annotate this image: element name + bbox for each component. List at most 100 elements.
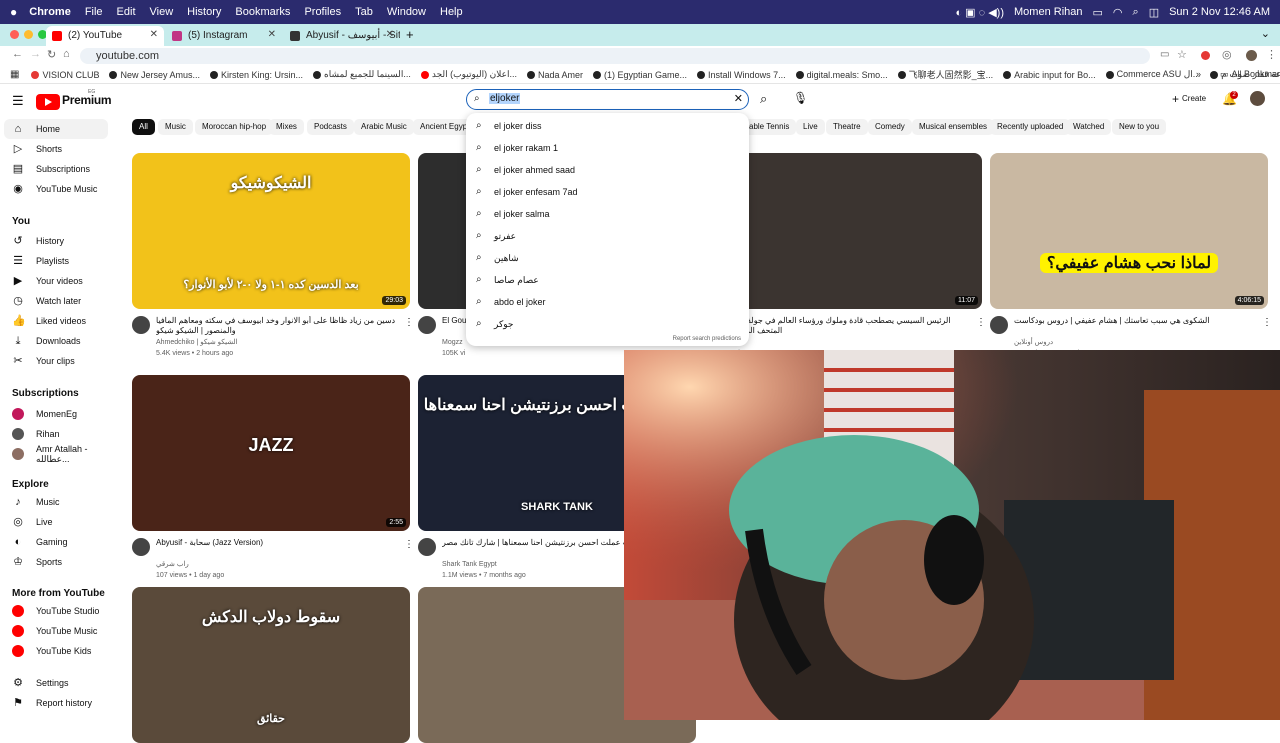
- search-spotlight-icon[interactable]: ⌕: [1133, 6, 1139, 19]
- search-input[interactable]: eljoker: [489, 93, 521, 104]
- home-browser-icon[interactable]: ⌂: [63, 48, 70, 60]
- chip-music[interactable]: Music: [158, 119, 193, 135]
- extension-icon[interactable]: ◎: [1222, 48, 1232, 61]
- apple-icon[interactable]: ●: [10, 5, 17, 19]
- close-window-button[interactable]: [10, 30, 19, 39]
- search-box[interactable]: ⌕ eljoker ✕: [466, 89, 749, 110]
- chip-new-to-you[interactable]: New to you: [1112, 119, 1167, 135]
- bookmark-item[interactable]: اعلان (اليوتيوب) الجد...: [420, 68, 517, 81]
- bookmark-item[interactable]: (1) Egyptian Game...: [593, 68, 687, 81]
- sidebar-item-report-history[interactable]: ⚑ Report history: [4, 693, 108, 713]
- channel-name[interactable]: دروس أونلاين: [1014, 338, 1053, 348]
- search-suggestion[interactable]: ⌕ el joker rakam 1: [466, 137, 749, 159]
- chip-comedy[interactable]: Comedy: [868, 119, 912, 135]
- bookmark-item[interactable]: Nada Amer: [526, 68, 583, 81]
- chip-theatre[interactable]: Theatre: [826, 119, 868, 135]
- search-suggestion[interactable]: ⌕ abdo el joker: [466, 291, 749, 313]
- report-predictions-link[interactable]: Report search predictions: [673, 336, 741, 342]
- sidebar-item-live[interactable]: ◎ Live: [4, 512, 108, 532]
- new-tab-button[interactable]: +: [406, 27, 414, 42]
- channel-name[interactable]: Shark Tank Egypt: [442, 560, 497, 570]
- menu-edit[interactable]: Edit: [117, 6, 136, 18]
- search-suggestion[interactable]: ⌕ el joker enfesam 7ad: [466, 181, 749, 203]
- search-suggestion[interactable]: ⌕ شاهين: [466, 247, 749, 269]
- battery-icon[interactable]: ▭: [1093, 6, 1103, 19]
- sidebar-item-music[interactable]: ♪ Music: [4, 492, 108, 512]
- create-button[interactable]: + Create: [1166, 91, 1212, 107]
- video-menu-icon[interactable]: ⋮: [404, 317, 414, 328]
- channel-name[interactable]: Ahmedchiko | الشيكو شيكو: [156, 338, 238, 348]
- chip-live[interactable]: Live: [796, 119, 825, 135]
- channel-avatar[interactable]: [418, 538, 436, 556]
- bookmark-item[interactable]: السينما للجميع لمشاه...: [313, 68, 411, 81]
- channel-avatar[interactable]: [990, 316, 1008, 334]
- video-title[interactable]: الشكوى هي سبب تعاستك | هشام عفيفي | دروس…: [1014, 316, 1256, 336]
- video-menu-icon[interactable]: ⋮: [404, 539, 414, 550]
- video-menu-icon[interactable]: ⋮: [976, 317, 986, 328]
- channel-name[interactable]: Mogzz: [442, 338, 463, 348]
- close-tab-icon[interactable]: ✕: [386, 29, 394, 40]
- sidebar-item-shorts[interactable]: ▷ Shorts: [4, 139, 108, 159]
- chip-musical-ensembles[interactable]: Musical ensembles: [912, 119, 995, 135]
- search-suggestion[interactable]: ⌕ el joker diss: [466, 115, 749, 137]
- menu-file[interactable]: File: [85, 6, 103, 18]
- voice-search-icon[interactable]: 🎙: [793, 91, 808, 105]
- wifi-icon[interactable]: ◠: [1113, 6, 1123, 19]
- reload-icon[interactable]: ↻: [47, 48, 56, 61]
- close-tab-icon[interactable]: ✕: [268, 29, 276, 40]
- sidebar-item-liked-videos[interactable]: 👍 Liked videos: [4, 311, 108, 331]
- tab-search-icon[interactable]: ⌄: [1261, 27, 1270, 40]
- sidebar-item-channel-amr-atallah[interactable]: Amr Atallah - عطالله...: [4, 444, 108, 464]
- chip-moroccan-hip-hop[interactable]: Moroccan hip-hop: [195, 119, 274, 135]
- video-title[interactable]: دسين من زياد ظاظا على أبو الانوار وخد اب…: [156, 316, 398, 336]
- control-center-icon[interactable]: ◫: [1149, 6, 1159, 19]
- search-suggestion[interactable]: ⌕ el joker salma: [466, 203, 749, 225]
- menu-window[interactable]: Window: [387, 6, 426, 18]
- search-suggestion[interactable]: ⌕ el joker ahmed saad: [466, 159, 749, 181]
- sidebar-item-downloads[interactable]: ⤓ Downloads: [4, 331, 108, 351]
- chip-arabic-music[interactable]: Arabic Music: [354, 119, 414, 135]
- bookmark-item[interactable]: Commerce ASU ال...: [1105, 68, 1200, 81]
- sidebar-item-youtube-music[interactable]: YouTube Music: [4, 621, 108, 641]
- bookmark-item[interactable]: New Jersey Amus...: [109, 68, 200, 81]
- sidebar-item-watch-later[interactable]: ◷ Watch later: [4, 291, 108, 311]
- bookmark-item[interactable]: 飞聊老人固然影_宝...: [897, 68, 993, 81]
- close-tab-icon[interactable]: ✕: [150, 29, 158, 40]
- youtube-logo-icon[interactable]: [36, 94, 60, 110]
- video-title[interactable]: الرئيس السيسي يصطحب قادة وملوك ورؤساء ال…: [728, 316, 970, 336]
- back-icon[interactable]: ←: [12, 48, 23, 60]
- video-title[interactable]: Abyusif - سحابة (Jazz Version): [156, 538, 398, 558]
- sidebar-item-sports[interactable]: ♔ Sports: [4, 552, 108, 572]
- bookmark-item[interactable]: VISION CLUB: [31, 68, 99, 81]
- chip-mixes[interactable]: Mixes: [269, 119, 304, 135]
- hamburger-menu-icon[interactable]: ☰: [12, 93, 24, 109]
- bookmark-item[interactable]: digital.meals: Smo...: [795, 68, 888, 81]
- channel-name[interactable]: راب شرقي: [156, 560, 189, 570]
- search-suggestion[interactable]: ⌕ جوكر: [466, 313, 749, 335]
- sidebar-item-gaming[interactable]: ◐ Gaming: [4, 532, 108, 552]
- video-thumbnail[interactable]: الشيكوشيكو بعد الدسين كده ١-١ ولا ٠-٢ لأب…: [132, 153, 410, 309]
- sidebar-item-settings[interactable]: ⚙ Settings: [4, 673, 108, 693]
- menu-user-name[interactable]: Momen Rihan: [1014, 6, 1082, 18]
- sidebar-item-youtube-studio[interactable]: YouTube Studio: [4, 601, 108, 621]
- all-bookmarks-folder[interactable]: ▭All Bookmarks: [1220, 69, 1280, 80]
- sidebar-item-channel-rihan[interactable]: Rihan: [4, 424, 108, 444]
- menu-bookmarks[interactable]: Bookmarks: [235, 6, 290, 18]
- forward-icon[interactable]: →: [30, 48, 41, 60]
- sidebar-item-history[interactable]: ↺ History: [4, 231, 108, 251]
- sidebar-item-home[interactable]: ⌂ Home: [4, 119, 108, 139]
- apps-grid-icon[interactable]: ▦: [10, 69, 19, 80]
- bookmark-item[interactable]: Kirsten King: Ursin...: [210, 68, 303, 81]
- bookmark-star-icon[interactable]: ☆: [1177, 48, 1187, 61]
- menu-tab[interactable]: Tab: [355, 6, 373, 18]
- sidebar-item-youtube-music[interactable]: ◉ YouTube Music: [4, 179, 108, 199]
- menu-view[interactable]: View: [150, 6, 174, 18]
- tab-instagram[interactable]: (5) Instagram ✕: [166, 26, 282, 46]
- chip-all[interactable]: All: [132, 119, 155, 135]
- channel-avatar[interactable]: [132, 316, 150, 334]
- menu-history[interactable]: History: [187, 6, 221, 18]
- search-suggestion[interactable]: ⌕ عفرتو: [466, 225, 749, 247]
- bookmark-item[interactable]: Install Windows 7...: [697, 68, 786, 81]
- video-thumbnail[interactable]: JAZZ 2:55: [132, 375, 410, 531]
- minimize-window-button[interactable]: [24, 30, 33, 39]
